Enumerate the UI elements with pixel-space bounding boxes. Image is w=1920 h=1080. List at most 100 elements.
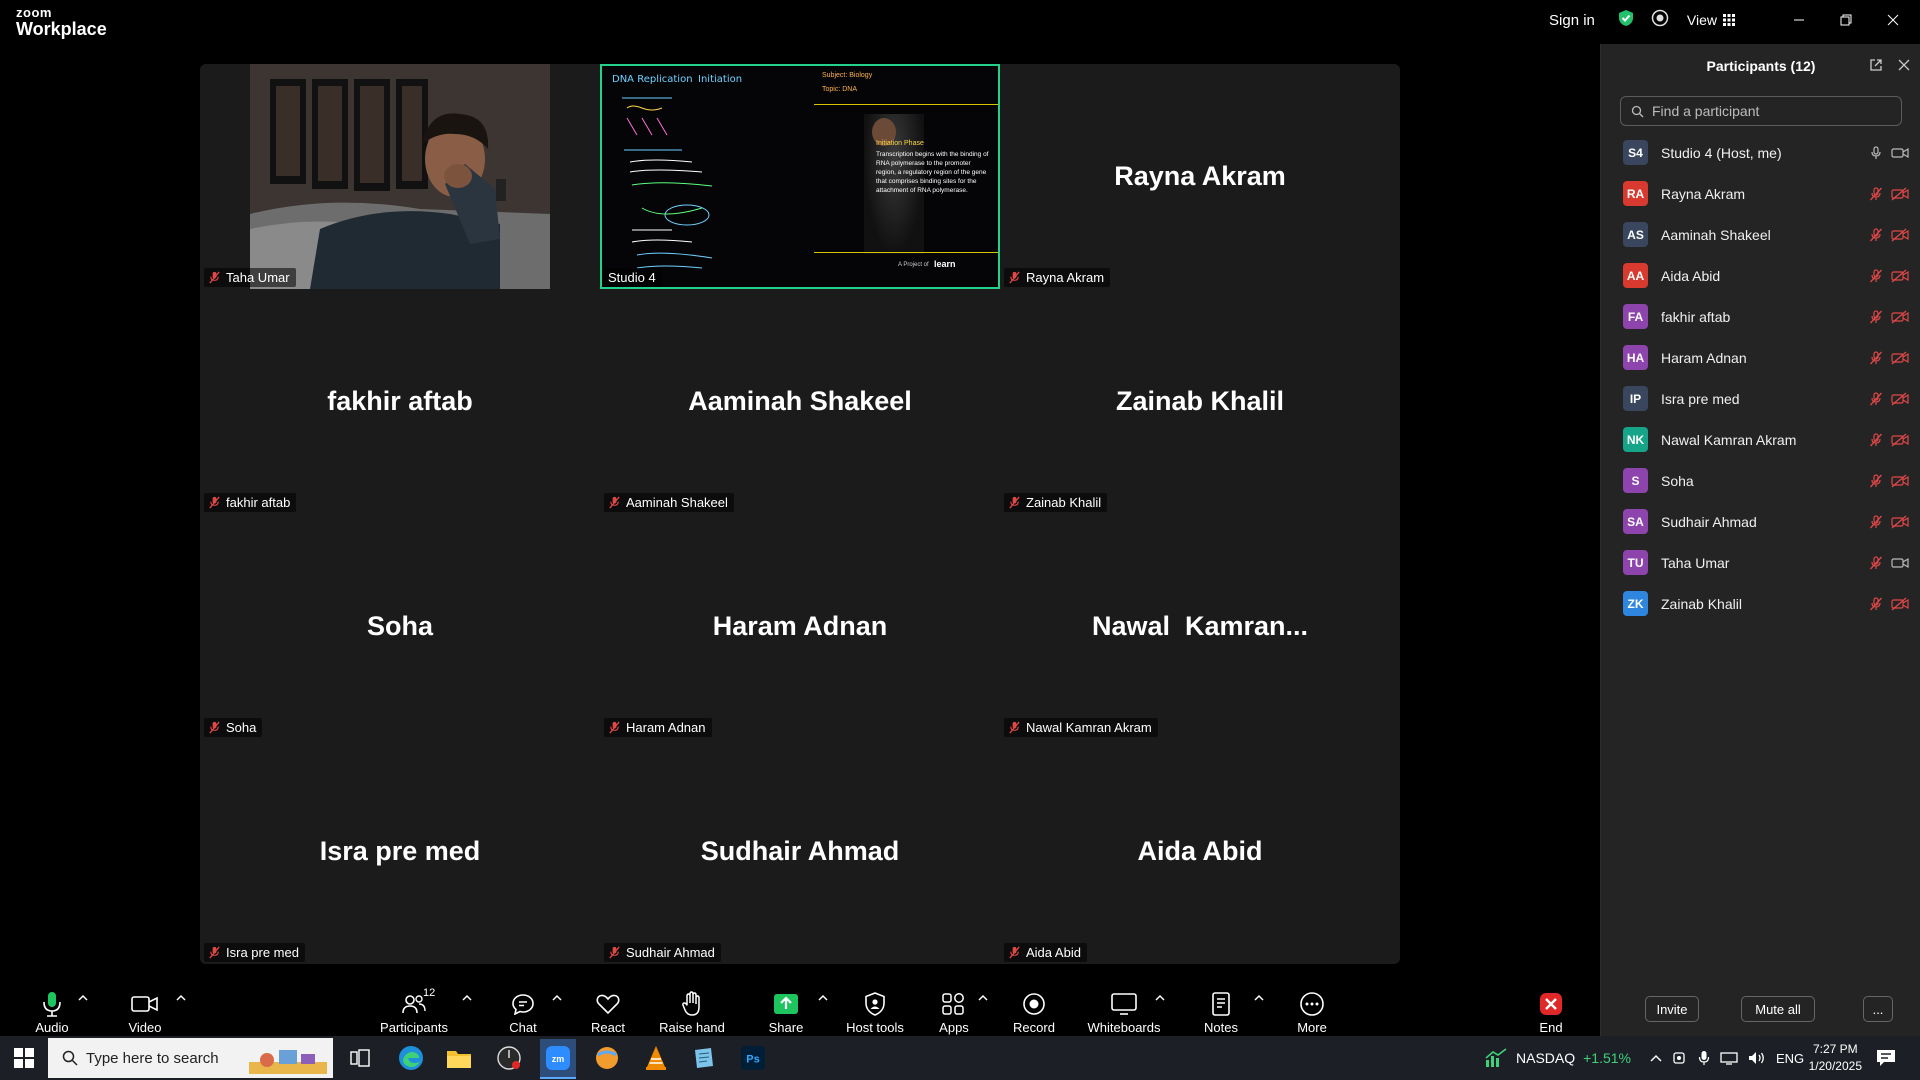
- participant-tile[interactable]: Sudhair Ahmad Sudhair Ahmad: [600, 739, 1000, 964]
- minimize-window-icon[interactable]: [1775, 14, 1822, 26]
- muted-mic-icon[interactable]: [1869, 268, 1883, 283]
- view-button[interactable]: View: [1687, 12, 1735, 28]
- more-options-button[interactable]: ...: [1863, 996, 1893, 1022]
- participant-tile[interactable]: Isra pre med Isra pre med: [200, 739, 600, 964]
- sign-in-link[interactable]: Sign in: [1549, 12, 1595, 29]
- participant-row[interactable]: NK Nawal Kamran Akram: [1601, 419, 1920, 460]
- volume-icon[interactable]: [1748, 1051, 1766, 1065]
- muted-mic-icon[interactable]: [1869, 309, 1883, 324]
- participant-row[interactable]: TU Taha Umar: [1601, 542, 1920, 583]
- video-options-chevron-icon[interactable]: [176, 994, 186, 1002]
- participant-tile[interactable]: Haram Adnan Haram Adnan: [600, 514, 1000, 739]
- participant-row[interactable]: ZK Zainab Khalil: [1601, 583, 1920, 624]
- share-options-chevron-icon[interactable]: [818, 994, 828, 1002]
- chat-button[interactable]: Chat: [478, 980, 568, 1035]
- microphone-tray-icon[interactable]: [1698, 1050, 1710, 1066]
- participant-tile[interactable]: Rayna Akram Rayna Akram: [1000, 64, 1400, 289]
- more-button[interactable]: More: [1267, 980, 1357, 1035]
- camera-off-icon[interactable]: [1891, 392, 1909, 406]
- participant-row[interactable]: FA fakhir aftab: [1601, 296, 1920, 337]
- camera-off-icon[interactable]: [1891, 269, 1909, 283]
- task-view-icon[interactable]: [344, 1042, 376, 1074]
- invite-button[interactable]: Invite: [1645, 996, 1699, 1022]
- recording-indicator-icon[interactable]: [1651, 9, 1669, 32]
- chat-options-chevron-icon[interactable]: [552, 994, 562, 1002]
- participant-tile[interactable]: fakhir aftab fakhir aftab: [200, 289, 600, 514]
- whiteboards-options-chevron-icon[interactable]: [1155, 994, 1165, 1002]
- record-button[interactable]: Record: [989, 980, 1079, 1035]
- audio-button[interactable]: Audio: [7, 980, 97, 1035]
- muted-mic-icon[interactable]: [1869, 186, 1883, 201]
- camera-off-icon[interactable]: [1891, 515, 1909, 529]
- vlc-player-icon[interactable]: [640, 1042, 672, 1074]
- participants-button[interactable]: 12 Participants: [369, 980, 459, 1035]
- muted-mic-icon[interactable]: [1869, 391, 1883, 406]
- participant-tile[interactable]: Aaminah Shakeel Aaminah Shakeel: [600, 289, 1000, 514]
- close-window-icon[interactable]: [1869, 14, 1916, 26]
- zoom-app-icon[interactable]: zm: [540, 1039, 576, 1079]
- end-meeting-button[interactable]: End: [1506, 980, 1596, 1035]
- video-button[interactable]: Video: [100, 980, 190, 1035]
- audio-options-chevron-icon[interactable]: [78, 994, 88, 1002]
- network-icon[interactable]: [1720, 1051, 1738, 1065]
- participant-row[interactable]: S Soha: [1601, 460, 1920, 501]
- participants-options-chevron-icon[interactable]: [462, 994, 472, 1002]
- mute-all-button[interactable]: Mute all: [1741, 996, 1815, 1022]
- photoshop-icon[interactable]: Ps: [737, 1042, 769, 1074]
- apps-options-chevron-icon[interactable]: [978, 994, 988, 1002]
- muted-mic-icon[interactable]: [1869, 227, 1883, 242]
- pop-out-icon[interactable]: [1869, 58, 1883, 77]
- recording-app-icon[interactable]: [493, 1042, 525, 1074]
- camera-off-icon[interactable]: [1891, 187, 1909, 201]
- muted-mic-icon[interactable]: [1869, 555, 1883, 570]
- restore-window-icon[interactable]: [1822, 14, 1869, 26]
- apps-button[interactable]: Apps: [909, 980, 999, 1035]
- language-indicator[interactable]: ENG: [1776, 1051, 1804, 1066]
- security-shield-icon[interactable]: [1617, 9, 1635, 32]
- muted-mic-icon[interactable]: [1869, 596, 1883, 611]
- video-tile-taha-umar[interactable]: Taha Umar: [200, 64, 600, 289]
- share-button[interactable]: Share: [741, 980, 831, 1035]
- participant-tile[interactable]: Zainab Khalil Zainab Khalil: [1000, 289, 1400, 514]
- camera-icon[interactable]: [1891, 146, 1909, 160]
- muted-mic-icon[interactable]: [1869, 514, 1883, 529]
- participant-row[interactable]: IP Isra pre med: [1601, 378, 1920, 419]
- participant-row[interactable]: AA Aida Abid: [1601, 255, 1920, 296]
- host-tools-button[interactable]: Host tools: [830, 980, 920, 1035]
- show-hidden-icons-chevron-icon[interactable]: [1650, 1053, 1662, 1063]
- meeting-camera-tray-icon[interactable]: [1672, 1051, 1688, 1065]
- participant-tile[interactable]: Soha Soha: [200, 514, 600, 739]
- participant-row[interactable]: SA Sudhair Ahmad: [1601, 501, 1920, 542]
- clock[interactable]: 7:27 PM 1/20/2025: [1809, 1041, 1862, 1075]
- screen-share-tile-studio-4[interactable]: DNA Replication Initiation Subject: Biol…: [600, 64, 1000, 289]
- edge-browser-icon[interactable]: [395, 1042, 427, 1074]
- camera-off-icon[interactable]: [1891, 474, 1909, 488]
- participant-search[interactable]: [1620, 96, 1902, 126]
- participant-row[interactable]: AS Aaminah Shakeel: [1601, 214, 1920, 255]
- windows-start-icon[interactable]: [8, 1042, 40, 1074]
- participant-row[interactable]: S4 Studio 4 (Host, me): [1601, 132, 1920, 173]
- react-button[interactable]: React: [563, 980, 653, 1035]
- raise-hand-button[interactable]: Raise hand: [647, 980, 737, 1035]
- notifications-icon[interactable]: [1870, 1042, 1902, 1074]
- muted-mic-icon[interactable]: [1869, 432, 1883, 447]
- muted-mic-icon[interactable]: [1869, 350, 1883, 365]
- camera-off-icon[interactable]: [1891, 310, 1909, 324]
- close-panel-icon[interactable]: [1897, 58, 1911, 77]
- participant-tile[interactable]: Aida Abid Aida Abid: [1000, 739, 1400, 964]
- stock-ticker-widget[interactable]: NASDAQ +1.51%: [1484, 1036, 1631, 1080]
- camera-off-icon[interactable]: [1891, 433, 1909, 447]
- participant-tile[interactable]: Nawal Kamran... Nawal Kamran Akram: [1000, 514, 1400, 739]
- participant-row[interactable]: HA Haram Adnan: [1601, 337, 1920, 378]
- camera-off-icon[interactable]: [1891, 351, 1909, 365]
- file-explorer-icon[interactable]: [443, 1042, 475, 1074]
- notes-button[interactable]: Notes: [1176, 980, 1266, 1035]
- camera-off-icon[interactable]: [1891, 228, 1909, 242]
- notes-options-chevron-icon[interactable]: [1254, 994, 1264, 1002]
- browser-app-icon[interactable]: [591, 1042, 623, 1074]
- taskbar-search[interactable]: Type here to search: [48, 1038, 333, 1078]
- participant-row[interactable]: RA Rayna Akram: [1601, 173, 1920, 214]
- notepad-icon[interactable]: [688, 1042, 720, 1074]
- mic-icon[interactable]: [1869, 145, 1883, 160]
- whiteboards-button[interactable]: Whiteboards: [1079, 980, 1169, 1035]
